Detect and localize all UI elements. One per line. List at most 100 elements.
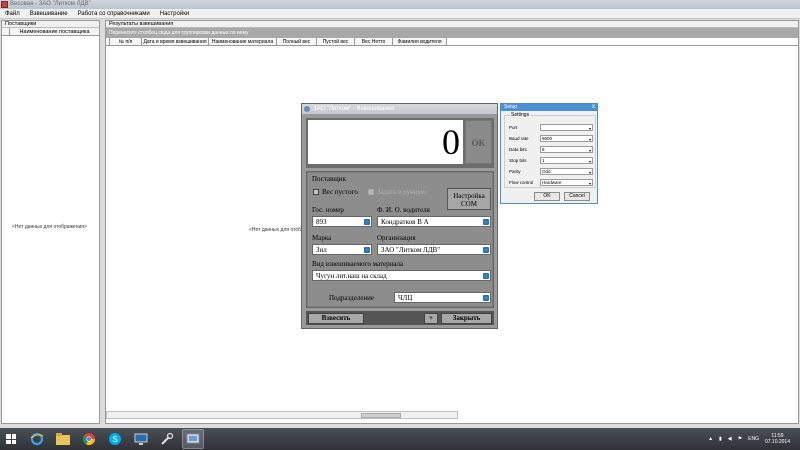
weight-display-area: 0 OK [306,118,494,168]
group-by-hint[interactable]: Перенесите столбец сюда для группировки … [106,28,798,38]
dialog-icon [304,106,310,112]
app-titlebar: Весовая - ЗАО "Литком ЛДВ" [0,0,800,9]
ok-button[interactable]: OK [465,120,492,164]
weigh-button[interactable]: Взвесить [308,313,364,324]
menu-weighing[interactable]: Взвешивание [25,11,73,17]
menu-bar: Файл Взвешивание Работа со справочниками… [0,9,800,19]
com-settings-label-line2: COM [461,200,477,208]
setup-ok-button[interactable]: OK [534,192,560,201]
network-icon[interactable]: ▮ [719,436,722,442]
flag-icon[interactable]: ⚑ [738,436,742,442]
col-number[interactable]: № п/п [110,38,142,45]
scrollbar-thumb[interactable] [361,413,401,418]
weighing-dialog-titlebar: ЗАО "Литком" - Взвешивание [302,104,497,114]
checkbox-box[interactable] [313,189,319,195]
dropdown-icon[interactable] [483,247,489,253]
menu-file[interactable]: Файл [0,11,25,17]
supplier-section: Поставщик Вес пустого Задать в ручную На… [306,171,494,308]
organization-field[interactable]: ЗАО "Литком ЛДВ" [377,244,491,255]
close-icon[interactable]: x [592,104,595,111]
flow-control-label: Flow control [509,180,534,185]
setup-dialog: Setup x Settings Port ▾ Baud rate 9600 ▾ … [500,103,598,204]
col-material[interactable]: Наименование материала [209,38,277,45]
monitor-icon[interactable] [130,429,152,449]
dropdown-icon[interactable] [483,295,489,301]
checkbox-box[interactable] [368,189,374,195]
menu-settings[interactable]: Настройки [155,11,194,17]
chevron-down-icon[interactable]: ▾ [589,159,591,165]
port-select[interactable]: ▾ [540,124,593,131]
start-button[interactable] [0,428,22,450]
menu-directories[interactable]: Работа со справочниками [73,11,155,17]
dropdown-icon[interactable] [483,273,489,279]
port-label: Port [509,125,518,130]
division-value: ЧЛЦ [398,294,413,302]
ie-icon[interactable] [26,429,48,449]
data-bits-label: Data bits [509,147,527,152]
chevron-down-icon[interactable]: ▾ [589,148,591,154]
col-tare-weight[interactable]: Пустой вес [317,38,355,45]
brand-field[interactable]: Зил [312,244,372,255]
explorer-icon[interactable] [52,429,74,449]
data-bits-value: 8 [542,147,545,152]
suppliers-panel: Поставщики Наименование поставщика <Нет … [1,20,100,424]
col-gross-weight[interactable]: Полный вес [277,38,317,45]
supplier-name-column[interactable]: Наименование поставщика [10,28,99,35]
windows-icon [6,434,16,444]
app-title: Весовая - ЗАО "Литком ЛДВ" [10,1,91,7]
stop-bits-label: Stop bits [509,158,527,163]
setup-cancel-button[interactable]: Cancel [564,192,590,201]
driver-field[interactable]: Кондратков В А [377,216,491,227]
empty-weight-label: Вес пустого [322,188,358,196]
baud-rate-value: 9600 [542,136,553,141]
system-tray: ▲ ▮ ◀ ⚑ ENG 11:59 07.10.2014 [708,433,800,445]
close-button[interactable]: Закрыть [441,313,492,324]
dropdown-icon[interactable] [483,219,489,225]
manual-entry-label: Задать в ручную [377,188,427,196]
flow-control-value: Hardware [542,180,562,185]
com-settings-label-line1: Настройка [453,192,485,200]
scales-app-icon[interactable] [182,429,204,449]
add-button[interactable]: + [424,313,438,324]
division-label: Подразделение [329,294,375,302]
brand-label: Марка [312,234,332,242]
baud-rate-label: Baud rate [509,136,529,141]
parity-select[interactable]: Odd ▾ [540,168,593,175]
supplier-section-title: Поставщик [312,175,346,183]
clock[interactable]: 11:59 07.10.2014 [765,433,790,445]
chevron-down-icon[interactable]: ▾ [589,126,591,132]
suppliers-empty-note: <Нет данных для отображения> [12,224,87,230]
chevron-down-icon[interactable]: ▾ [589,137,591,143]
data-bits-select[interactable]: 8 ▾ [540,146,593,153]
dropdown-icon[interactable] [364,247,370,253]
dropdown-icon[interactable] [364,219,370,225]
chevron-down-icon[interactable]: ▾ [589,170,591,176]
results-caption: Результаты взвешивания [106,21,798,28]
col-datetime[interactable]: Дата и время взвешивания [142,38,209,45]
col-net-weight[interactable]: Вес Нетто [355,38,393,45]
skype-icon[interactable]: S [104,429,126,449]
empty-weight-checkbox[interactable]: Вес пустого [313,188,358,196]
suppliers-caption: Поставщики [2,21,99,28]
col-driver-name[interactable]: Фамилия водителя [393,38,447,45]
plate-number-label: Гос. номер [312,206,344,214]
com-settings-button[interactable]: Настройка COM [447,188,491,210]
manual-entry-checkbox[interactable]: Задать в ручную [368,188,426,196]
language-indicator[interactable]: ENG [748,436,759,442]
baud-rate-select[interactable]: 9600 ▾ [540,135,593,142]
division-field[interactable]: ЧЛЦ [394,292,491,303]
weight-display: 0 [308,120,463,164]
volume-icon[interactable]: ◀ [728,436,732,442]
chevron-down-icon[interactable]: ▾ [589,181,591,187]
settings-group: Settings Port ▾ Baud rate 9600 ▾ Data bit… [504,112,596,188]
stop-bits-select[interactable]: 1 ▾ [540,157,593,164]
horizontal-scrollbar[interactable] [106,411,458,419]
suppliers-grid-header: Наименование поставщика [2,28,99,36]
tray-up-arrow-icon[interactable]: ▲ [708,436,713,442]
settings-group-label: Settings [510,112,531,118]
plate-number-field[interactable]: 893 [312,216,372,227]
material-field[interactable]: Чугун лит.наш на склад [312,270,491,281]
chrome-icon[interactable] [78,429,100,449]
flow-control-select[interactable]: Hardware ▾ [540,179,593,186]
tools-icon[interactable] [156,429,178,449]
